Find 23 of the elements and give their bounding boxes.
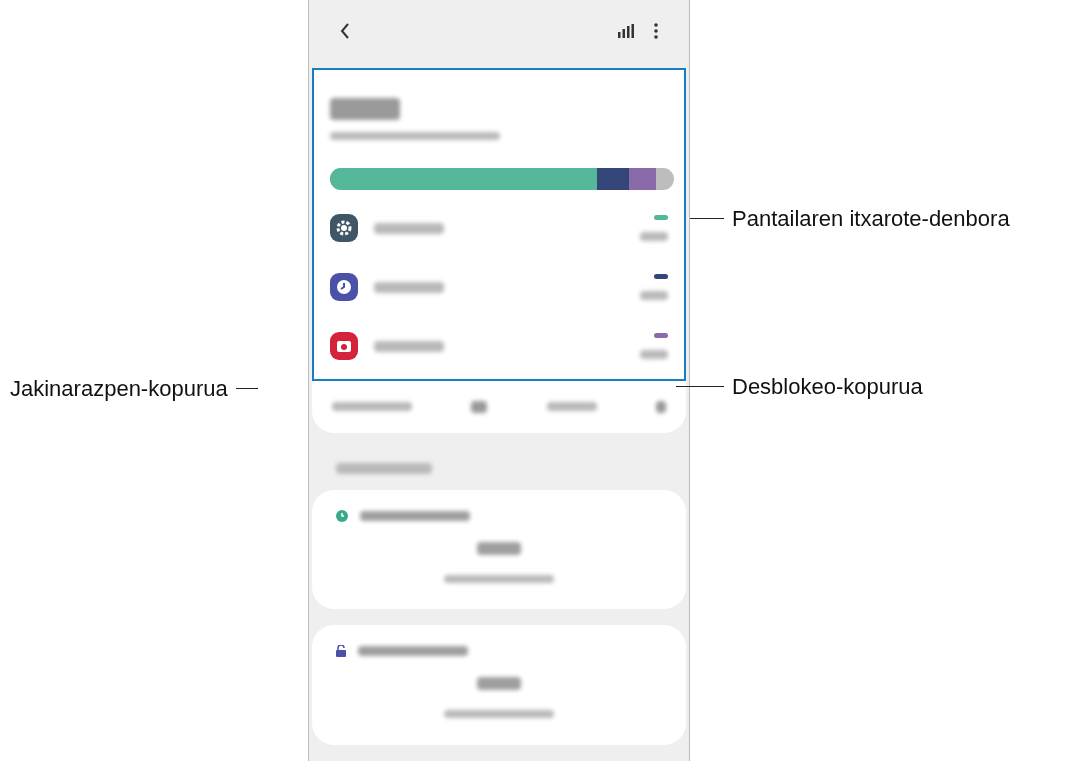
more-options-icon[interactable] [654, 22, 658, 39]
blurred-text [656, 400, 666, 413]
blurred-text [471, 400, 488, 413]
blurred-text [640, 291, 668, 301]
callout-label: Jakinarazpen-kopurua [10, 375, 228, 403]
blurred-text [640, 232, 668, 242]
gear-app-icon [330, 214, 358, 243]
clock-icon [336, 509, 348, 522]
lock-icon [336, 645, 346, 658]
bar-chart-icon[interactable] [618, 23, 634, 38]
callout-label: Desblokeo-kopurua [732, 373, 923, 401]
blurred-text [374, 222, 444, 234]
blurred-text [640, 350, 668, 360]
clock-app-icon [330, 273, 358, 302]
camera-app-icon [330, 332, 358, 361]
blurred-text [546, 402, 597, 412]
blurred-text [477, 541, 521, 555]
blurred-text [330, 97, 400, 120]
blurred-text [374, 340, 444, 352]
blurred-text [477, 677, 521, 691]
back-icon[interactable] [340, 22, 350, 39]
blurred-text [374, 281, 444, 293]
callout-label: Pantailaren itxarote-denbora [732, 205, 1010, 233]
